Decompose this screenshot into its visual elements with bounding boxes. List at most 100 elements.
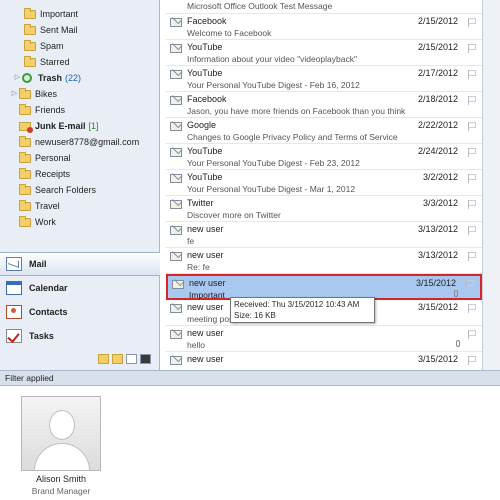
- nav-button-label: Contacts: [29, 307, 68, 317]
- unread-count: [1]: [88, 121, 99, 131]
- search-folder-icon: [19, 183, 31, 195]
- trash-icon: [22, 72, 34, 83]
- folder-important[interactable]: Important: [0, 6, 160, 22]
- envelope-icon: [170, 44, 182, 53]
- people-pane: Alison Smith Brand Manager: [0, 386, 500, 500]
- message-date: 3/15/2012: [417, 354, 458, 364]
- folder-label: Junk E-mail: [35, 121, 86, 131]
- message-sender: new user: [187, 302, 224, 312]
- folder-search-folders[interactable]: Search Folders: [0, 182, 160, 198]
- avatar-body: [34, 443, 90, 470]
- folder-starred[interactable]: Starred: [0, 54, 160, 70]
- folder-label: Work: [35, 217, 56, 227]
- folder-icon: [24, 55, 36, 67]
- message-row[interactable]: new user 3/13/2012 fe: [166, 222, 482, 248]
- message-row[interactable]: YouTube 2/17/2012 Your Personal YouTube …: [166, 66, 482, 92]
- folder-icon: [19, 215, 31, 227]
- calendar-nav-button[interactable]: Calendar: [0, 276, 160, 300]
- folder-icon: [19, 199, 31, 211]
- flag-icon[interactable]: [468, 200, 476, 209]
- message-sender: Facebook: [187, 94, 227, 104]
- message-row[interactable]: Facebook 2/18/2012 Jason, you have more …: [166, 92, 482, 118]
- folder-account[interactable]: newuser8778@gmail.com: [0, 134, 160, 150]
- envelope-icon: [170, 226, 182, 235]
- message-preview: Discover more on Twitter: [187, 210, 281, 220]
- tooltip-size: Size: 16 KB: [234, 311, 276, 320]
- folder-label: Bikes: [35, 89, 58, 99]
- flag-icon[interactable]: [468, 252, 476, 261]
- folder-label: Search Folders: [35, 185, 97, 195]
- folder-bikes[interactable]: ▷ Bikes: [0, 86, 160, 102]
- folder-friends[interactable]: Friends: [0, 102, 160, 118]
- message-row[interactable]: Google 2/22/2012 Changes to Google Priva…: [166, 118, 482, 144]
- folder-icon: [24, 7, 36, 19]
- folder-receipts[interactable]: Receipts: [0, 166, 160, 182]
- message-row[interactable]: Twitter 3/3/2012 Discover more on Twitte…: [166, 196, 482, 222]
- flag-icon[interactable]: [468, 44, 476, 53]
- notes-icon[interactable]: [98, 354, 109, 364]
- message-row[interactable]: new user 3/15/2012: [166, 352, 482, 370]
- message-date: 2/22/2012: [417, 120, 458, 130]
- envelope-icon: [172, 280, 184, 289]
- expand-arrow-icon[interactable]: ▷: [13, 70, 22, 86]
- message-row[interactable]: new user hello: [166, 326, 482, 352]
- message-preview: Your Personal YouTube Digest - Feb 23, 2…: [187, 158, 360, 168]
- message-sender: YouTube: [187, 146, 223, 156]
- message-date: 3/15/2012: [415, 278, 456, 288]
- contact-name[interactable]: Alison Smith: [0, 474, 122, 484]
- tasks-nav-button[interactable]: Tasks: [0, 324, 160, 348]
- flag-icon[interactable]: [468, 226, 476, 235]
- message-preview: Microsoft Office Outlook Test Message: [187, 1, 333, 11]
- message-row[interactable]: Microsoft Office Outlook Test Message: [166, 0, 482, 14]
- envelope-icon: [170, 174, 182, 183]
- message-preview: Welcome to Facebook: [187, 28, 272, 38]
- message-row[interactable]: YouTube 3/2/2012 Your Personal YouTube D…: [166, 170, 482, 196]
- folder-personal[interactable]: Personal: [0, 150, 160, 166]
- navigation-shortcuts: [98, 354, 151, 366]
- folder-spam[interactable]: Spam: [0, 38, 160, 54]
- folder-list-icon[interactable]: [112, 354, 123, 364]
- flag-icon[interactable]: [468, 122, 476, 131]
- navigation-pane: Important Sent Mail Spam Starred ▷ Trash…: [0, 0, 160, 370]
- message-row[interactable]: Facebook 2/15/2012 Welcome to Facebook: [166, 14, 482, 40]
- folder-work[interactable]: Work: [0, 214, 160, 230]
- vertical-scrollbar[interactable]: [482, 0, 500, 370]
- message-row[interactable]: YouTube 2/15/2012 Information about your…: [166, 40, 482, 66]
- envelope-icon: [170, 122, 182, 131]
- flag-icon[interactable]: [468, 356, 476, 365]
- contact-avatar[interactable]: [21, 396, 101, 471]
- unread-count: (22): [65, 73, 82, 83]
- folder-label: Trash: [38, 73, 63, 83]
- envelope-icon: [170, 200, 182, 209]
- avatar-head: [49, 410, 75, 440]
- contacts-nav-button[interactable]: Contacts: [0, 300, 160, 324]
- message-date: 3/2/2012: [422, 172, 458, 182]
- message-row[interactable]: new user 3/13/2012 Re: fe: [166, 248, 482, 274]
- message-preview: Important: [189, 290, 225, 300]
- flag-icon[interactable]: [468, 330, 476, 339]
- envelope-icon: [170, 18, 182, 27]
- message-date: 2/15/2012: [417, 16, 458, 26]
- configure-buttons-icon[interactable]: [140, 354, 151, 364]
- folder-travel[interactable]: Travel: [0, 198, 160, 214]
- contact-title: Brand Manager: [31, 486, 91, 496]
- folder-trash[interactable]: ▷ Trash (22): [0, 70, 160, 86]
- envelope-icon: [170, 252, 182, 261]
- folder-label: Personal: [35, 153, 71, 163]
- shortcuts-icon[interactable]: [126, 354, 137, 364]
- expand-arrow-icon[interactable]: ▷: [10, 86, 19, 102]
- flag-icon[interactable]: [468, 304, 476, 313]
- message-row[interactable]: YouTube 2/24/2012 Your Personal YouTube …: [166, 144, 482, 170]
- folder-tree: Important Sent Mail Spam Starred ▷ Trash…: [0, 0, 160, 250]
- flag-icon[interactable]: [468, 174, 476, 183]
- message-sender: new user: [187, 354, 224, 364]
- mail-nav-button[interactable]: Mail: [0, 252, 160, 276]
- folder-junk-email[interactable]: Junk E-mail [1]: [0, 118, 160, 134]
- folder-label: newuser8778@gmail.com: [35, 137, 140, 147]
- flag-icon[interactable]: [468, 18, 476, 27]
- flag-icon[interactable]: [466, 280, 474, 289]
- folder-sent-mail[interactable]: Sent Mail: [0, 22, 160, 38]
- flag-icon[interactable]: [468, 96, 476, 105]
- flag-icon[interactable]: [468, 148, 476, 157]
- flag-icon[interactable]: [468, 70, 476, 79]
